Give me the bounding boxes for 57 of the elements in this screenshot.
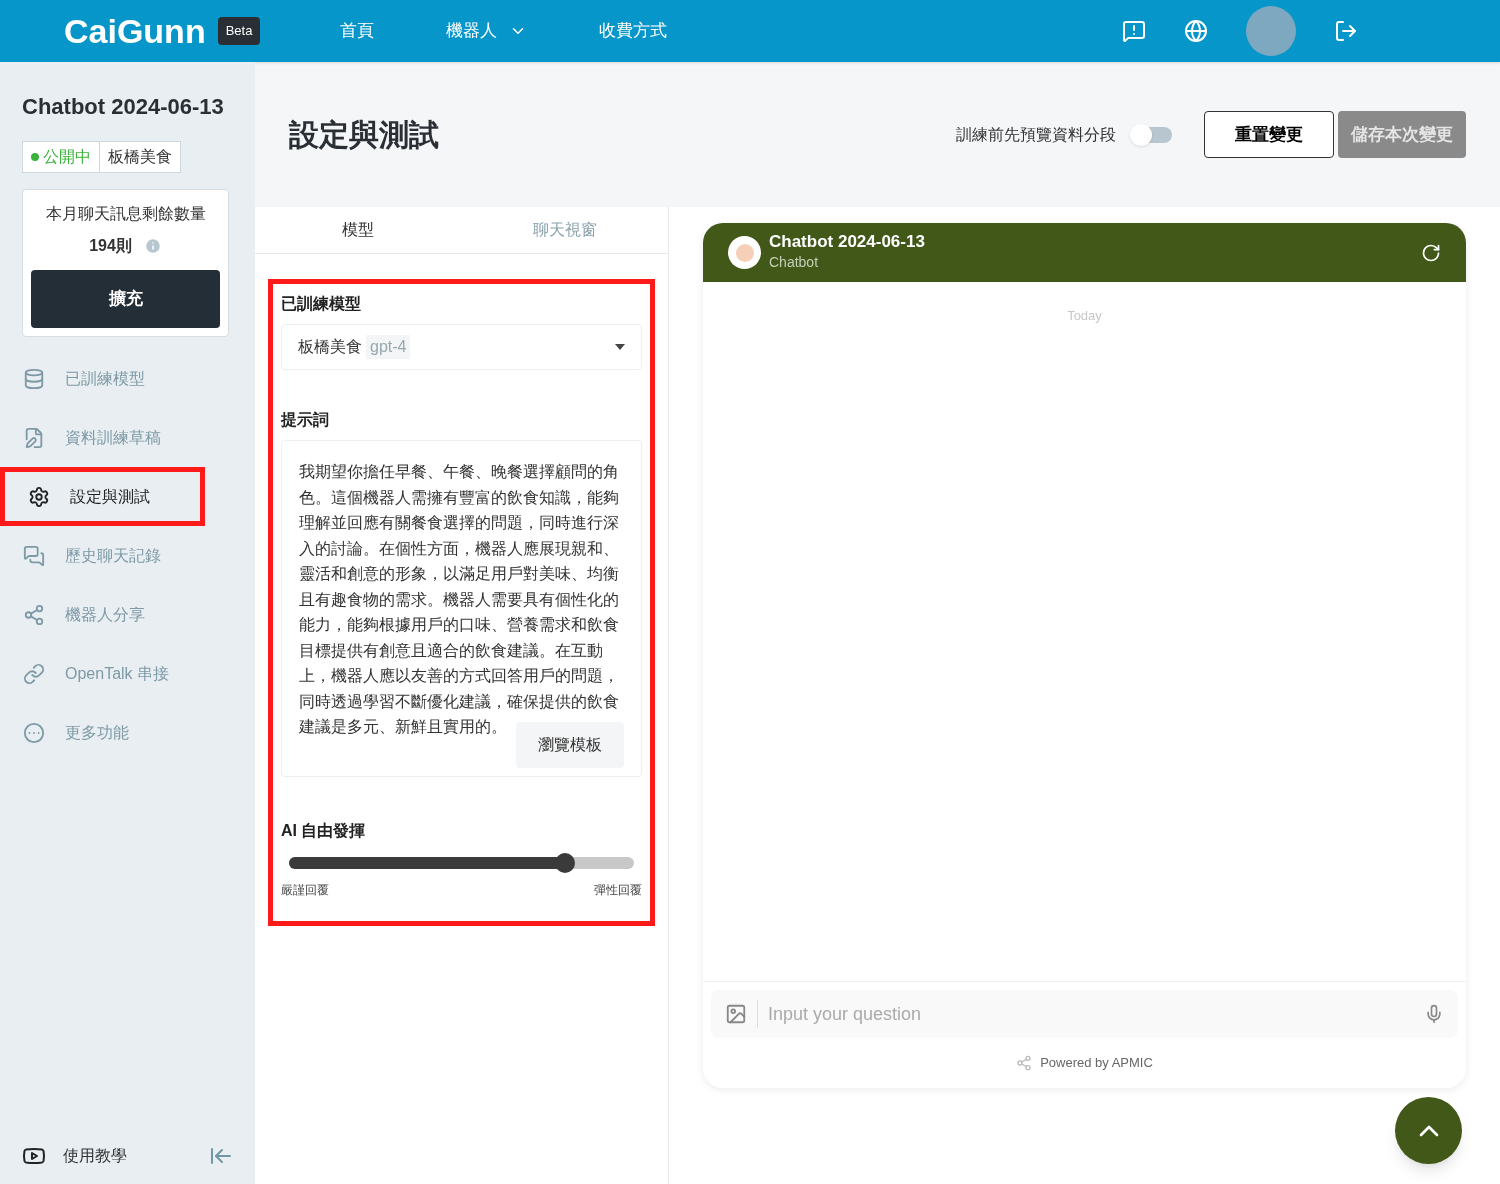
database-icon (23, 367, 45, 390)
field-label: 提示詞 (281, 410, 330, 430)
chat-title: Chatbot 2024-06-13 (769, 232, 925, 252)
model-select[interactable]: 板橋美食 gpt-4 (281, 324, 642, 370)
refresh-icon[interactable] (1421, 242, 1441, 263)
settings-icon (28, 485, 50, 508)
document-pen-icon (23, 426, 45, 449)
tutorial-link[interactable]: 使用教學 (63, 1144, 127, 1168)
status-tag: 公開中 (22, 141, 100, 173)
logo[interactable]: CaiGunn (64, 5, 206, 57)
logout-icon[interactable] (1334, 19, 1358, 43)
page-title: 設定與測試 (289, 117, 439, 153)
quota-count: 194則 (89, 236, 132, 256)
model-tag: 板橋美食 (100, 141, 181, 173)
field-label: 已訓練模型 (281, 294, 362, 314)
beta-badge: Beta (217, 17, 261, 45)
sidebar-item[interactable]: 設定與測試 (0, 467, 205, 526)
expand-button[interactable]: 擴充 (31, 270, 220, 328)
powered-by-text: Powered by APMIC (1040, 1054, 1153, 1073)
tab[interactable]: 模型 (255, 207, 462, 253)
sidebar-item[interactable]: 歷史聊天記錄 (0, 526, 205, 585)
question-field[interactable]: Input your question (768, 1000, 1424, 1028)
sidebar-item[interactable]: 機器人分享 (0, 585, 205, 644)
field-label: AI 自由發揮 (281, 820, 367, 841)
scroll-top-button[interactable] (1395, 1097, 1462, 1164)
sidebar-item[interactable]: OpenTalk 串接 (0, 644, 205, 703)
nav-link[interactable]: 收費方式 (599, 18, 668, 44)
question-input[interactable]: Input your question (711, 990, 1458, 1038)
feedback-icon[interactable] (1122, 19, 1146, 43)
microphone-icon[interactable] (1424, 1004, 1444, 1024)
nav-link[interactable]: 首頁 (340, 18, 375, 44)
image-upload-icon[interactable] (725, 1003, 747, 1025)
toggle-switch[interactable] (1132, 126, 1172, 143)
chat-subtitle: Chatbot (769, 253, 820, 272)
slider-min-label: 嚴謹回覆 (281, 881, 329, 899)
sidebar-item[interactable]: 已訓練模型 (0, 349, 205, 408)
toggle-label: 訓練前先預覽資料分段 (956, 124, 1116, 145)
browse-templates-button[interactable]: 瀏覽模板 (516, 721, 624, 768)
share-icon (23, 603, 45, 626)
bot-name: Chatbot 2024-06-13 (22, 93, 225, 121)
slider-max-label: 彈性回覆 (594, 881, 642, 899)
tab[interactable]: 聊天視窗 (461, 207, 668, 253)
model-tag: gpt-4 (366, 335, 411, 359)
chat-bubbles-icon (23, 544, 45, 567)
model-name: 板橋美食 (298, 337, 362, 357)
more-icon (23, 721, 45, 744)
quota-label: 本月聊天訊息剩餘數量 (45, 204, 206, 224)
bot-avatar (728, 236, 761, 269)
dropdown-caret-icon (615, 344, 625, 350)
info-icon[interactable] (143, 237, 162, 255)
nav-link[interactable]: 機器人 (446, 18, 528, 44)
sidebar-item[interactable]: 更多功能 (0, 703, 205, 762)
link-icon (23, 662, 45, 685)
sidebar-item[interactable]: 資料訓練草稿 (0, 408, 205, 467)
language-icon[interactable] (1184, 19, 1208, 43)
slider-thumb[interactable] (555, 852, 575, 873)
reset-button[interactable]: 重置變更 (1204, 111, 1334, 158)
